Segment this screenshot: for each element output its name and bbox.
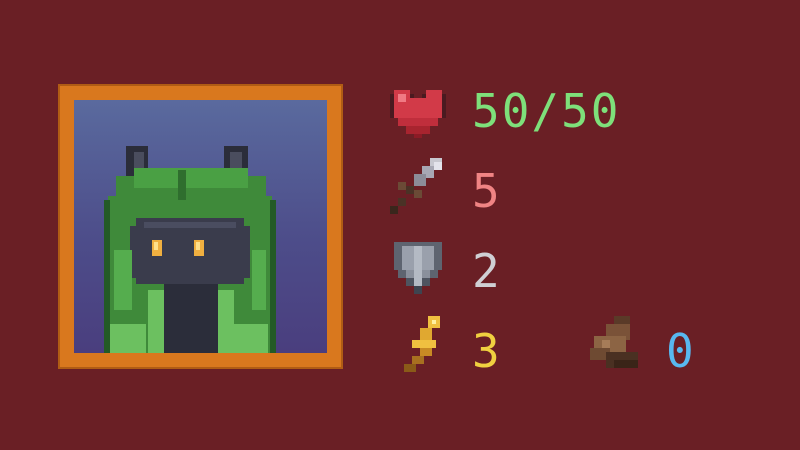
boot-icon (582, 312, 646, 376)
resource-value: 0 (666, 324, 696, 378)
energy-value: 3 (472, 324, 502, 378)
defense-value: 2 (472, 244, 502, 298)
sword-icon (386, 154, 450, 218)
lightning-icon (392, 312, 456, 376)
shield-icon (386, 234, 450, 298)
character-portrait-frame (58, 84, 343, 369)
heart-icon (386, 82, 450, 146)
health-value: 50/50 (472, 84, 621, 138)
attack-value: 5 (472, 164, 502, 218)
character-portrait (74, 100, 327, 353)
hooded-cat-portrait (104, 146, 276, 353)
